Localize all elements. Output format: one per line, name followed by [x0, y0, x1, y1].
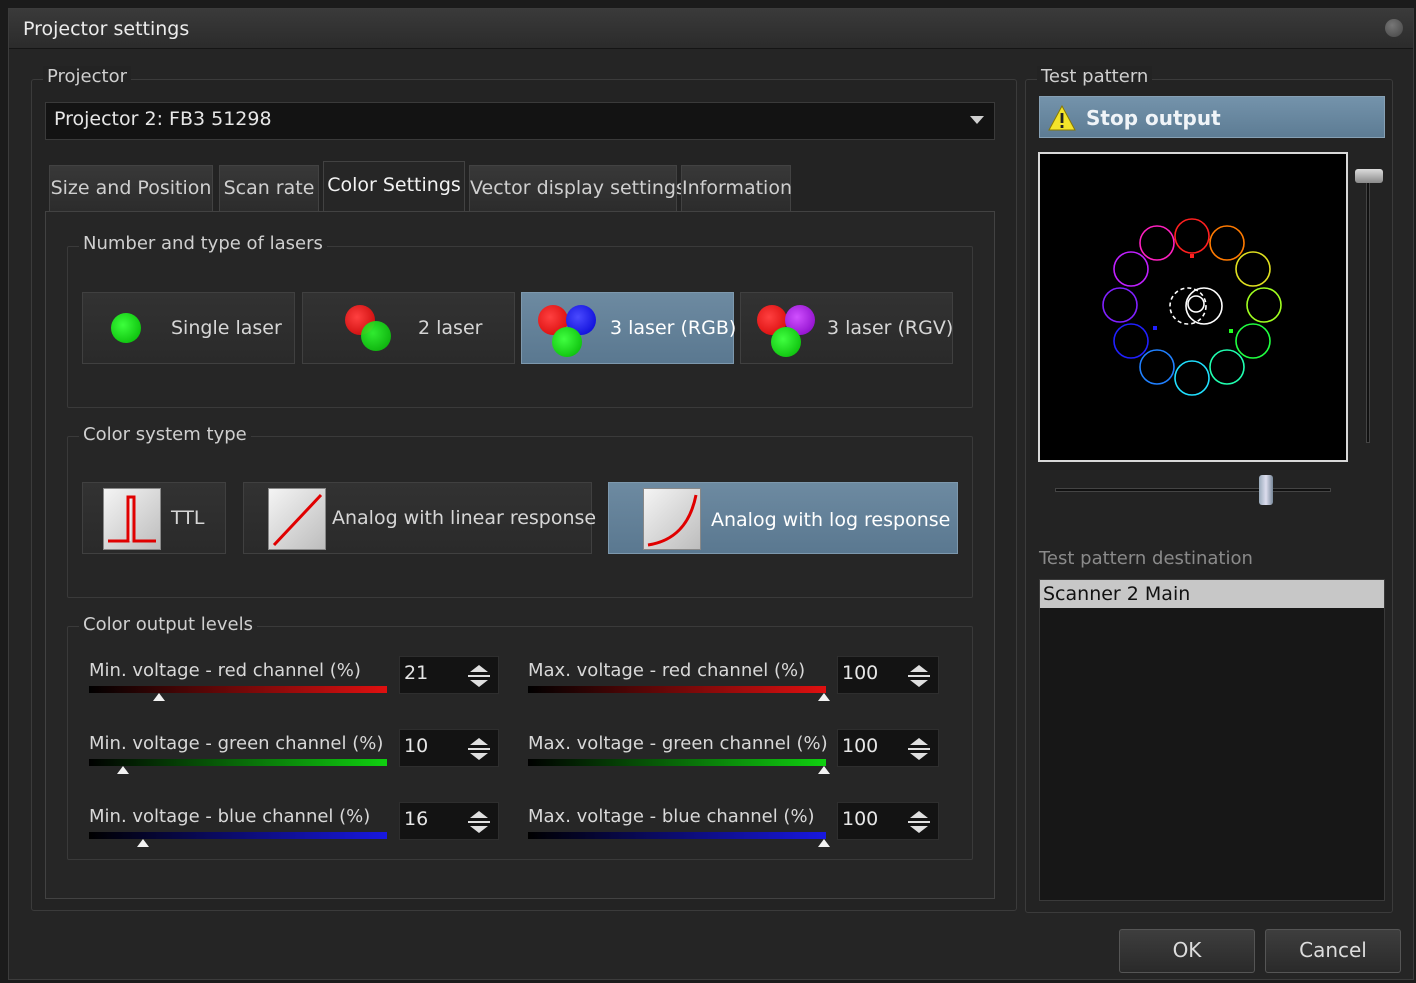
- linear-response-icon: [268, 488, 326, 550]
- max-red-spinner[interactable]: 100: [837, 656, 939, 694]
- lasers-group-label: Number and type of lasers: [79, 233, 327, 254]
- two-laser-button[interactable]: 2 laser: [302, 292, 515, 364]
- close-icon[interactable]: [1385, 19, 1403, 37]
- projector-select[interactable]: Projector 2: FB3 51298: [45, 102, 995, 140]
- max-blue-label: Max. voltage - blue channel (%): [528, 806, 815, 827]
- green-laser-icon: [111, 313, 141, 343]
- ttl-button[interactable]: TTL: [82, 482, 226, 554]
- ok-button[interactable]: OK: [1119, 929, 1255, 973]
- spinner-arrows-icon[interactable]: [466, 734, 492, 764]
- tab-color-settings[interactable]: Color Settings: [323, 161, 465, 213]
- max-blue-slider[interactable]: [528, 832, 826, 839]
- test-pattern-preview-graphic: [1102, 218, 1282, 396]
- max-blue-spinner[interactable]: 100: [837, 802, 939, 840]
- max-green-label: Max. voltage - green channel (%): [528, 733, 828, 754]
- log-response-icon: [643, 488, 701, 550]
- green-laser-icon: [361, 321, 391, 351]
- green-laser-icon: [552, 327, 582, 357]
- cancel-button[interactable]: Cancel: [1265, 929, 1401, 973]
- min-blue-value: 16: [404, 808, 429, 830]
- single-laser-button[interactable]: Single laser: [82, 292, 295, 364]
- spinner-arrows-icon[interactable]: [906, 807, 932, 837]
- min-blue-label: Min. voltage - blue channel (%): [89, 806, 371, 827]
- test-pattern-group-label: Test pattern: [1037, 66, 1153, 87]
- tab-vector-display-settings[interactable]: Vector display settings: [469, 165, 686, 211]
- min-red-value: 21: [404, 662, 429, 684]
- min-red-spinner[interactable]: 21: [399, 656, 499, 694]
- three-laser-rgb-label: 3 laser (RGB): [610, 317, 737, 339]
- spinner-arrows-icon[interactable]: [906, 661, 932, 691]
- max-blue-value: 100: [842, 808, 879, 830]
- test-pattern-destination-label: Test pattern destination: [1039, 548, 1253, 569]
- min-green-spinner[interactable]: 10: [399, 729, 499, 767]
- max-red-label: Max. voltage - red channel (%): [528, 660, 806, 681]
- single-laser-label: Single laser: [171, 317, 282, 339]
- size-slider-thumb[interactable]: [1355, 169, 1383, 183]
- max-red-value: 100: [842, 662, 879, 684]
- tab-information[interactable]: Information: [681, 165, 792, 211]
- stop-output-label: Stop output: [1086, 106, 1221, 130]
- projector-select-value: Projector 2: FB3 51298: [54, 108, 272, 130]
- spinner-arrows-icon[interactable]: [466, 807, 492, 837]
- min-red-slider[interactable]: [89, 686, 387, 693]
- min-red-label: Min. voltage - red channel (%): [89, 660, 361, 681]
- max-green-spinner[interactable]: 100: [837, 729, 939, 767]
- green-laser-icon: [771, 327, 801, 357]
- analog-log-button[interactable]: Analog with log response: [608, 482, 958, 554]
- min-green-slider-thumb[interactable]: [117, 766, 129, 774]
- color-levels-group-label: Color output levels: [79, 614, 257, 635]
- three-laser-rgv-label: 3 laser (RGV): [827, 317, 954, 339]
- min-blue-slider-thumb[interactable]: [137, 839, 149, 847]
- position-slider-thumb[interactable]: [1259, 475, 1273, 505]
- min-green-label: Min. voltage - green channel (%): [89, 733, 384, 754]
- analog-linear-label: Analog with linear response: [332, 507, 597, 529]
- tab-size-and-position[interactable]: Size and Position: [49, 165, 213, 211]
- max-red-slider-thumb[interactable]: [818, 693, 830, 701]
- three-laser-rgv-button[interactable]: 3 laser (RGV): [740, 292, 953, 364]
- window-title: Projector settings: [23, 18, 190, 40]
- min-blue-spinner[interactable]: 16: [399, 802, 499, 840]
- destination-list-item[interactable]: Scanner 2 Main: [1040, 580, 1384, 608]
- two-laser-label: 2 laser: [418, 317, 483, 339]
- analog-linear-button[interactable]: Analog with linear response: [243, 482, 596, 554]
- projector-settings-window: Projector settings Projector Projector 2…: [8, 8, 1414, 980]
- max-blue-slider-thumb[interactable]: [818, 839, 830, 847]
- color-system-group-label: Color system type: [79, 424, 251, 445]
- destination-list[interactable]: Scanner 2 Main: [1039, 579, 1385, 901]
- size-slider-track[interactable]: [1366, 169, 1370, 443]
- ttl-label: TTL: [171, 507, 205, 529]
- tab-scan-rate[interactable]: Scan rate: [219, 165, 319, 211]
- spinner-arrows-icon[interactable]: [906, 734, 932, 764]
- position-slider-track[interactable]: [1055, 488, 1331, 492]
- chevron-down-icon: [970, 116, 984, 124]
- ttl-response-icon: [103, 488, 161, 550]
- test-pattern-preview: [1038, 152, 1348, 462]
- analog-log-label: Analog with log response: [711, 509, 951, 531]
- max-green-value: 100: [842, 735, 879, 757]
- min-green-slider[interactable]: [89, 759, 387, 766]
- max-green-slider-thumb[interactable]: [818, 766, 830, 774]
- three-laser-rgb-button[interactable]: 3 laser (RGB): [521, 292, 737, 364]
- min-blue-slider[interactable]: [89, 832, 387, 839]
- min-red-slider-thumb[interactable]: [153, 693, 165, 701]
- spinner-arrows-icon[interactable]: [466, 661, 492, 691]
- projector-group-label: Projector: [43, 66, 131, 87]
- warning-icon: [1048, 105, 1076, 131]
- stop-output-button[interactable]: Stop output: [1039, 96, 1385, 138]
- max-red-slider[interactable]: [528, 686, 826, 693]
- min-green-value: 10: [404, 735, 429, 757]
- title-bar: Projector settings: [9, 9, 1413, 49]
- max-green-slider[interactable]: [528, 759, 826, 766]
